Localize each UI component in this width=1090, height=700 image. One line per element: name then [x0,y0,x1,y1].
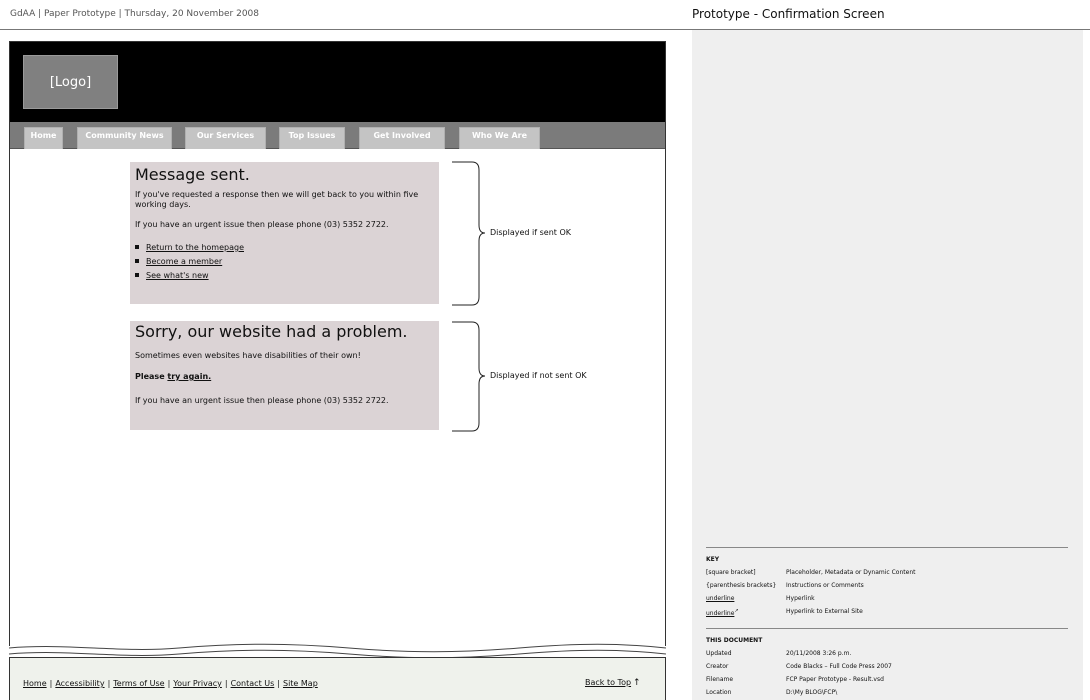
site-banner: [Logo] [10,42,665,122]
error-title: Sorry, our website had a problem. [135,322,408,341]
key-description: Instructions or Comments [786,582,864,589]
document-divider [706,628,1068,629]
footer-contact-link[interactable]: Contact Us [231,679,275,688]
document-meta: GdAA | Paper Prototype | Thursday, 20 No… [10,9,259,19]
footer-separator: | [49,679,53,688]
document-title: Prototype - Confirmation Screen [692,7,885,21]
success-title: Message sent. [135,165,250,184]
document-value: Code Blacks – Full Code Press 2007 [786,663,892,670]
footer-home-link[interactable]: Home [23,679,47,688]
key-row: [square bracket] Placeholder, Metadata or… [706,569,1076,580]
back-to-top: Back to Top ↑ [585,678,641,688]
this-document-heading: THIS DOCUMENT [706,637,763,644]
arrow-up-icon: ↑ [633,678,641,688]
document-value: D:\My BLOG\FCP\ [786,689,838,696]
document-row: Filename FCP Paper Prototype - Result.vsd [706,676,1076,687]
footer-terms-link[interactable]: Terms of Use [113,679,164,688]
key-term: [square bracket] [706,569,756,576]
nav-tab-our-services[interactable]: Our Services [185,127,266,149]
document-value: 20/11/2008 3:26 p.m. [786,650,852,657]
success-message-panel: Message sent. If you've requested a resp… [130,162,439,304]
nav-tab-get-involved[interactable]: Get Involved [359,127,445,149]
site-footer: Home | Accessibility | Terms of Use | Your Pri… [9,657,666,700]
retry-prefix: Please [135,372,168,381]
see-whats-new-link[interactable]: See what's new [146,271,209,280]
footer-separator: | [107,679,111,688]
footer-links: Home | Accessibility | Terms of Use | Your Pri… [23,679,318,688]
document-row: Updated 20/11/2008 3:26 p.m. [706,650,1076,661]
document-field: Filename [706,676,734,683]
key-row: underline Hyperlink [706,595,1076,606]
key-term: underline [706,595,735,602]
error-phone-text: If you have an urgent issue then please … [135,396,389,405]
nav-tab-who-we-are[interactable]: Who We Are [459,127,540,149]
try-again-link[interactable]: try again. [167,372,211,381]
success-phone-text: If you have an urgent issue then please … [135,220,389,229]
document-value: FCP Paper Prototype - Result.vsd [786,676,884,683]
document-field: Updated [706,650,732,657]
footer-separator: | [277,679,280,688]
key-heading: KEY [706,556,720,563]
annotation-not-sent-ok: Displayed if not sent OK [490,371,587,380]
annotation-sent-ok: Displayed if sent OK [490,228,571,237]
footer-sitemap-link[interactable]: Site Map [283,679,318,688]
document-field: Location [706,689,732,696]
footer-accessibility-link[interactable]: Accessibility [55,679,104,688]
brace-error-icon [452,321,486,432]
footer-separator: | [167,679,171,688]
document-row: Location D:\My BLOG\FCP\ [706,689,1076,700]
nav-tab-top-issues[interactable]: Top Issues [279,127,345,149]
main-navigation: Home Community News Our Services Top Iss… [10,122,665,149]
prototype-frame: [Logo] Home Community News Our Services … [9,41,666,649]
site-logo[interactable]: [Logo] [23,55,118,109]
key-row: {parenthesis brackets} Instructions or Co… [706,582,1076,593]
become-member-link[interactable]: Become a member [146,257,222,266]
external-link-icon: ↗ [734,608,739,614]
list-item: See what's new [135,269,434,283]
document-header: GdAA | Paper Prototype | Thursday, 20 No… [0,0,1090,30]
document-row: Creator Code Blacks – Full Code Press 200… [706,663,1076,674]
success-response-text: If you've requested a response then we w… [135,190,419,209]
list-item: Become a member [135,255,434,269]
return-homepage-link[interactable]: Return to the homepage [146,243,244,252]
error-retry-text: Please try again. [135,372,434,382]
key-divider [706,547,1068,548]
nav-tab-community-news[interactable]: Community News [77,127,172,149]
key-description: Hyperlink [786,595,815,602]
key-term: underline↗ [706,608,739,617]
footer-separator: | [224,679,228,688]
key-term: {parenthesis brackets} [706,582,777,589]
back-to-top-link[interactable]: Back to Top [585,678,631,687]
error-message-panel: Sorry, our website had a problem. Someti… [130,321,439,430]
list-item: Return to the homepage [135,241,434,255]
success-link-list: Return to the homepage Become a member S… [135,241,434,283]
key-description: Hyperlink to External Site [786,608,863,615]
key-term-text: underline [706,610,735,617]
key-description: Placeholder, Metadata or Dynamic Content [786,569,916,576]
footer-privacy-link[interactable]: Your Privacy [173,679,222,688]
key-row: underline↗ Hyperlink to External Site [706,608,1076,619]
brace-success-icon [452,161,486,306]
error-disability-text: Sometimes even websites have disabilitie… [135,351,361,360]
nav-tab-home[interactable]: Home [24,127,63,149]
document-field: Creator [706,663,729,670]
